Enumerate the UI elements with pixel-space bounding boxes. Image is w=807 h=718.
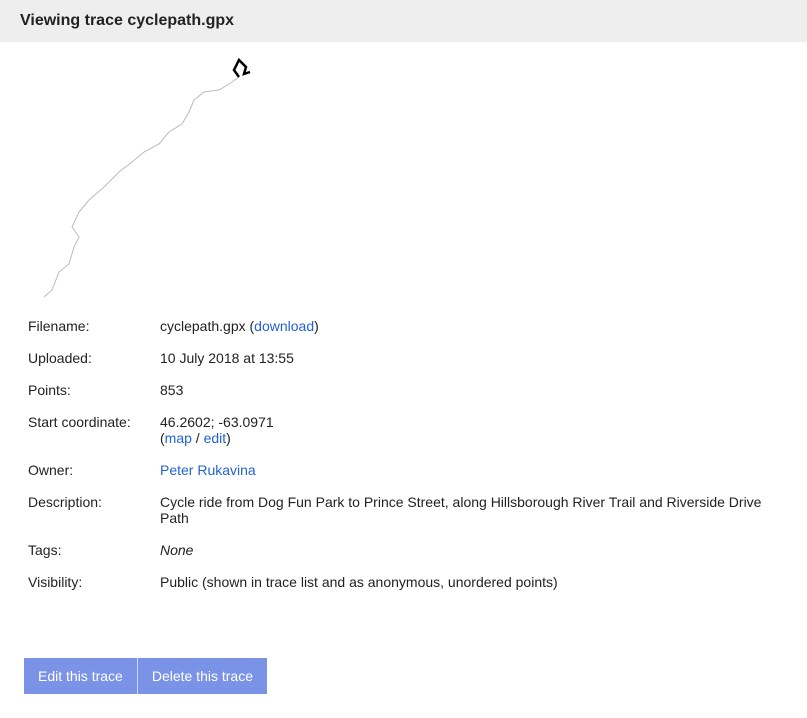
- label-owner: Owner:: [24, 454, 156, 486]
- header-prefix: Viewing trace: [20, 12, 127, 29]
- download-link[interactable]: download: [254, 318, 314, 334]
- value-description: Cycle ride from Dog Fun Park to Prince S…: [156, 486, 783, 534]
- label-description: Description:: [24, 486, 156, 534]
- label-visibility: Visibility:: [24, 566, 156, 598]
- value-filename: cyclepath.gpx (download): [156, 310, 783, 342]
- label-filename: Filename:: [24, 310, 156, 342]
- value-points: 853: [156, 374, 783, 406]
- value-owner: Peter Rukavina: [156, 454, 783, 486]
- row-start-coord: Start coordinate: 46.2602; -63.0971 (map…: [24, 406, 783, 454]
- button-row: Edit this traceDelete this trace: [24, 658, 783, 694]
- label-start-coord: Start coordinate:: [24, 406, 156, 454]
- value-visibility: Public (shown in trace list and as anony…: [156, 566, 783, 598]
- edit-trace-button[interactable]: Edit this trace: [24, 658, 137, 694]
- label-tags: Tags:: [24, 534, 156, 566]
- trace-thumbnail: [24, 52, 274, 302]
- page-header: Viewing trace cyclepath.gpx: [0, 0, 807, 42]
- row-description: Description: Cycle ride from Dog Fun Par…: [24, 486, 783, 534]
- row-tags: Tags: None: [24, 534, 783, 566]
- label-uploaded: Uploaded:: [24, 342, 156, 374]
- details-table: Filename: cyclepath.gpx (download) Uploa…: [24, 310, 783, 598]
- map-link[interactable]: map: [165, 430, 192, 446]
- edit-link[interactable]: edit: [204, 430, 227, 446]
- start-coord-text: 46.2602; -63.0971: [160, 414, 274, 430]
- row-visibility: Visibility: Public (shown in trace list …: [24, 566, 783, 598]
- value-tags: None: [156, 534, 783, 566]
- row-points: Points: 853: [24, 374, 783, 406]
- value-start-coord: 46.2602; -63.0971 (map / edit): [156, 406, 783, 454]
- filename-text: cyclepath.gpx: [160, 318, 246, 334]
- label-points: Points:: [24, 374, 156, 406]
- row-filename: Filename: cyclepath.gpx (download): [24, 310, 783, 342]
- row-owner: Owner: Peter Rukavina: [24, 454, 783, 486]
- content-area: Filename: cyclepath.gpx (download) Uploa…: [0, 42, 807, 718]
- value-uploaded: 10 July 2018 at 13:55: [156, 342, 783, 374]
- delete-trace-button[interactable]: Delete this trace: [137, 658, 267, 694]
- row-uploaded: Uploaded: 10 July 2018 at 13:55: [24, 342, 783, 374]
- owner-link[interactable]: Peter Rukavina: [160, 462, 256, 478]
- header-trace-name: cyclepath.gpx: [127, 12, 234, 29]
